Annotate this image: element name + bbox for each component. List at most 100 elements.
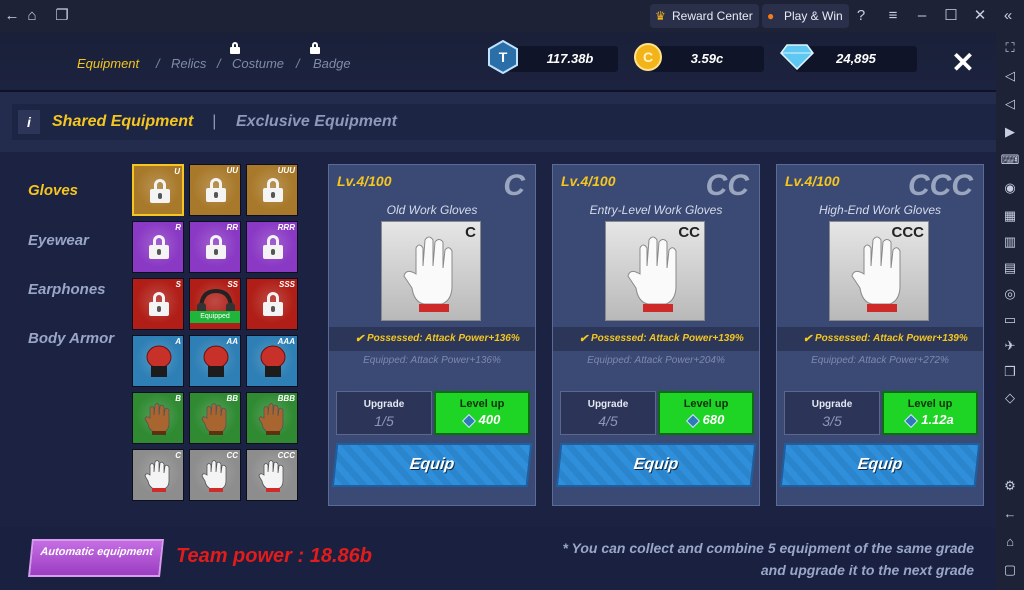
item-image: CC bbox=[605, 221, 705, 321]
equipment-slot[interactable]: RRR bbox=[246, 221, 298, 273]
level-up-button[interactable]: Level up 1.12a bbox=[882, 391, 978, 435]
equip-button[interactable]: Equip bbox=[331, 443, 533, 487]
fullscreen-icon[interactable]: ⛶ bbox=[1000, 38, 1020, 58]
equipment-card: Lv.4/100 CC Entry-Level Work Gloves CC ✔ Poss… bbox=[552, 164, 760, 506]
possessed-stat-row: ✔ Possessed: Attack Power+139% bbox=[553, 327, 759, 351]
tab-shared-equipment[interactable]: Shared Equipment bbox=[52, 113, 193, 131]
settings-gear-icon[interactable]: ⚙ bbox=[1000, 476, 1020, 496]
sidebar-collapse-icon[interactable]: « bbox=[998, 6, 1018, 26]
card-grade: CC bbox=[705, 169, 749, 202]
upgrade-button[interactable]: Upgrade 3/5 bbox=[784, 391, 880, 435]
airplane-icon[interactable]: ✈ bbox=[1000, 336, 1020, 356]
tab-costume[interactable]: Costume bbox=[232, 56, 284, 71]
equip-button[interactable]: Equip bbox=[779, 443, 981, 487]
level-up-button[interactable]: Level up 400 bbox=[434, 391, 530, 435]
subtab-divider: | bbox=[212, 113, 217, 130]
tab-relics[interactable]: Relics bbox=[171, 56, 206, 71]
apk-icon[interactable]: ▤ bbox=[1000, 258, 1020, 278]
volume-down-icon[interactable]: ◁ bbox=[1000, 94, 1020, 114]
item-grade-tag: CCC bbox=[891, 224, 925, 241]
equipped-stat: Equipped: Attack Power+136% bbox=[363, 355, 501, 366]
upgrade-button[interactable]: Upgrade 1/5 bbox=[336, 391, 432, 435]
close-panel-button[interactable]: ✕ bbox=[950, 49, 976, 77]
window-titlebar: ← ⌂ ❐ ♛ Reward Center ● Play & Win ? ≡ –… bbox=[0, 0, 1024, 32]
upgrade-button[interactable]: Upgrade 4/5 bbox=[560, 391, 656, 435]
equipment-slot[interactable]: CCC bbox=[246, 449, 298, 501]
tab-equipment[interactable]: Equipment bbox=[77, 56, 139, 71]
slot-grade: RR bbox=[226, 223, 238, 232]
equipment-slot[interactable]: A bbox=[132, 335, 184, 387]
help-icon[interactable]: ? bbox=[851, 6, 871, 26]
equipment-slot[interactable]: B bbox=[132, 392, 184, 444]
card-item-name: Entry-Level Work Gloves bbox=[589, 203, 723, 217]
equipment-slot[interactable]: C bbox=[132, 449, 184, 501]
equipment-slot[interactable]: CC bbox=[189, 449, 241, 501]
check-icon: ✔ bbox=[803, 333, 813, 345]
volume-up-icon[interactable]: ◁ bbox=[1000, 66, 1020, 86]
multi-instance-icon[interactable]: ❐ bbox=[52, 6, 72, 26]
android-home-icon[interactable]: ⌂ bbox=[1000, 532, 1020, 552]
upgrade-label: Upgrade bbox=[811, 399, 853, 410]
eco-mode-icon[interactable]: ◇ bbox=[1000, 388, 1020, 408]
slot-grade: U bbox=[174, 167, 180, 176]
equipment-slot[interactable]: AAA bbox=[246, 335, 298, 387]
slot-grade: RRR bbox=[277, 223, 295, 232]
equipment-slot[interactable]: SS Equipped bbox=[189, 278, 241, 330]
recent-apps-icon[interactable]: ▢ bbox=[1000, 560, 1020, 580]
level-up-button[interactable]: Level up 680 bbox=[658, 391, 754, 435]
lock-icon bbox=[263, 292, 283, 316]
minimize-icon[interactable]: – bbox=[912, 6, 932, 26]
tcoin-counter: 117.38b bbox=[508, 46, 618, 72]
category-eyewear[interactable]: Eyewear bbox=[28, 232, 89, 249]
equipment-content: Gloves Eyewear Earphones Body Armor U UU U… bbox=[0, 152, 996, 527]
card-item-name: High-End Work Gloves bbox=[818, 203, 942, 217]
info-button[interactable]: i bbox=[18, 110, 40, 134]
maximize-icon[interactable]: ☐ bbox=[941, 6, 961, 26]
card-grade: C bbox=[503, 169, 525, 202]
equipment-slot[interactable]: UUU bbox=[246, 164, 298, 216]
keyboard-icon[interactable]: ⌨ bbox=[1000, 150, 1020, 170]
equipment-slot[interactable]: U bbox=[132, 164, 184, 216]
screenshot-icon[interactable]: ◎ bbox=[1000, 284, 1020, 304]
tab-badge[interactable]: Badge bbox=[313, 56, 351, 71]
back-icon[interactable]: ← bbox=[1000, 504, 1020, 524]
lock-icon bbox=[149, 292, 169, 316]
equipment-slot[interactable]: R bbox=[132, 221, 184, 273]
category-earphones[interactable]: Earphones bbox=[28, 281, 106, 298]
automatic-equipment-button[interactable]: Automatic equipment bbox=[28, 539, 164, 577]
multi-window-icon[interactable]: ❒ bbox=[1000, 362, 1020, 382]
performance-icon[interactable]: ▥ bbox=[1000, 232, 1020, 252]
gold-coin-icon: C bbox=[634, 43, 662, 71]
reward-center-button[interactable]: ♛ Reward Center bbox=[650, 4, 759, 28]
equipment-slot[interactable]: RR bbox=[189, 221, 241, 273]
gold-counter: 3.59c bbox=[650, 46, 764, 72]
lock-icon bbox=[206, 235, 226, 259]
tcoin-value: 117.38b bbox=[546, 51, 594, 66]
card-grade: CCC bbox=[908, 169, 973, 202]
home-icon[interactable]: ⌂ bbox=[22, 6, 42, 26]
category-body-armor[interactable]: Body Armor bbox=[28, 330, 114, 347]
item-image: CCC bbox=[829, 221, 929, 321]
category-gloves[interactable]: Gloves bbox=[28, 182, 78, 199]
equip-button[interactable]: Equip bbox=[555, 443, 757, 487]
tab-exclusive-equipment[interactable]: Exclusive Equipment bbox=[236, 113, 397, 131]
card-level: Lv.4/100 bbox=[561, 173, 616, 189]
level-up-label: Level up bbox=[907, 398, 953, 410]
equipment-slot[interactable]: S bbox=[132, 278, 184, 330]
equipment-slot[interactable]: UU bbox=[189, 164, 241, 216]
back-arrow-icon[interactable]: ← bbox=[2, 6, 22, 26]
upgrade-label: Upgrade bbox=[363, 399, 405, 410]
play-win-button[interactable]: ● Play & Win bbox=[762, 4, 849, 28]
menu-icon[interactable]: ≡ bbox=[883, 6, 903, 26]
equipped-badge: Equipped bbox=[190, 311, 240, 323]
equipment-slot[interactable]: AA bbox=[189, 335, 241, 387]
screen-record-icon[interactable]: ▶ bbox=[1000, 122, 1020, 142]
macro-icon[interactable]: ◉ bbox=[1000, 178, 1020, 198]
equipment-slot[interactable]: BBB bbox=[246, 392, 298, 444]
diamond-icon bbox=[780, 44, 814, 70]
folder-icon[interactable]: ▭ bbox=[1000, 310, 1020, 330]
close-window-icon[interactable]: ✕ bbox=[970, 6, 990, 26]
equipment-slot[interactable]: BB bbox=[189, 392, 241, 444]
equipment-slot[interactable]: SSS bbox=[246, 278, 298, 330]
gamepad-icon[interactable]: ▦ bbox=[1000, 206, 1020, 226]
